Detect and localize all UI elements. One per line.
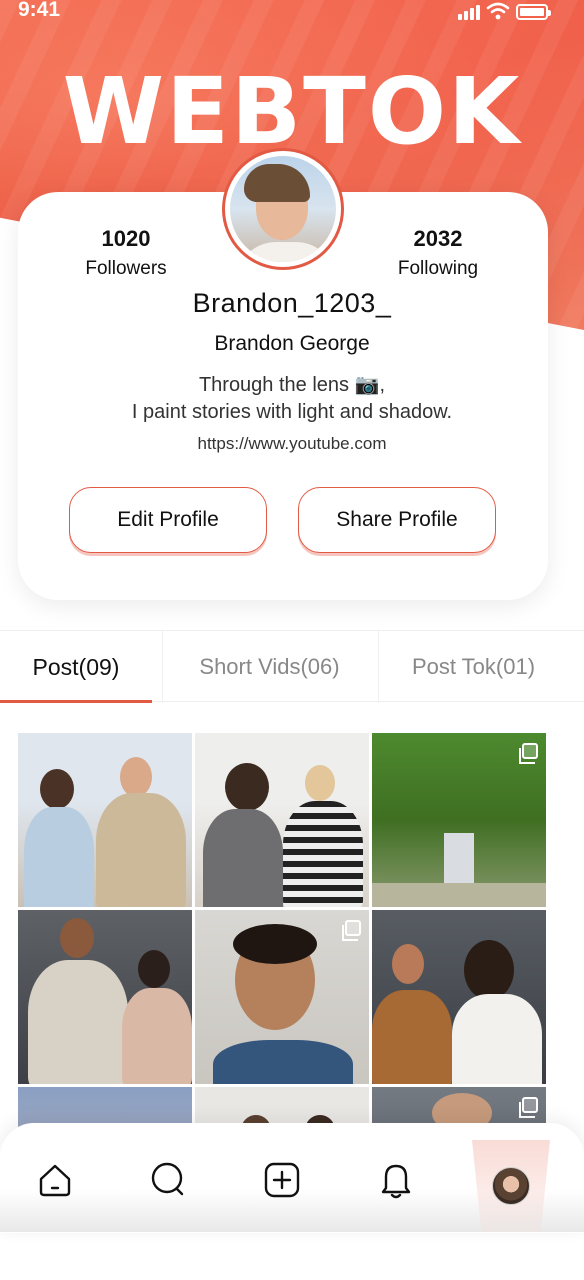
status-icons [458,2,551,20]
nav-profile-avatar [492,1167,530,1205]
post-grid [18,733,546,1133]
profile-avatar[interactable] [222,148,344,270]
tab-post-tok[interactable]: Post Tok(01) [378,631,568,703]
followers-stat[interactable]: 1020 Followers [68,226,184,280]
bell-icon [381,1164,411,1199]
post-thumbnail[interactable] [18,910,192,1084]
nav-add[interactable] [247,1140,317,1220]
edit-profile-button[interactable]: Edit Profile [69,487,267,553]
add-icon [264,1162,300,1198]
home-icon [39,1164,71,1197]
followers-label: Followers [85,258,167,279]
following-label: Following [397,258,479,279]
wifi-icon [486,2,510,20]
share-profile-button[interactable]: Share Profile [298,487,496,553]
post-thumbnail[interactable] [372,733,546,907]
status-bar: 9:41 [0,0,584,26]
search-icon [151,1162,184,1196]
bio-line-2: I paint stories with light and shadow. [131,401,453,423]
multi-post-icon [519,1097,538,1118]
tab-short-vids[interactable]: Short Vids(06) [162,631,376,703]
bio: Through the lens 📷, I paint stories with… [0,372,584,426]
profile-link[interactable]: https://www.youtube.com [0,434,584,454]
multi-post-icon [342,920,361,941]
full-name: Brandon George [214,332,370,355]
battery-icon [516,4,551,20]
post-thumbnail[interactable] [195,733,369,907]
post-thumbnail[interactable] [372,910,546,1084]
tab-posts[interactable]: Post(09) [0,631,152,703]
signal-icon [458,5,480,20]
post-thumbnail[interactable] [18,733,192,907]
bio-line-1: Through the lens 📷, [198,374,386,396]
nav-search[interactable] [134,1140,204,1220]
following-count: 2032 [413,226,463,251]
multi-post-icon [519,743,538,764]
profile-photo [230,156,336,262]
nav-home[interactable] [20,1140,90,1220]
followers-count: 1020 [101,226,151,251]
nav-profile[interactable] [472,1140,550,1232]
status-time: 9:41 [18,0,61,21]
active-tab-indicator [0,700,152,703]
nav-notifications[interactable] [361,1140,431,1220]
username: Brandon_1203_ [192,288,392,318]
content-tabs: Post(09) Short Vids(06) Post Tok(01) [0,630,584,703]
following-stat[interactable]: 2032 Following [380,226,496,280]
post-thumbnail[interactable] [195,910,369,1084]
